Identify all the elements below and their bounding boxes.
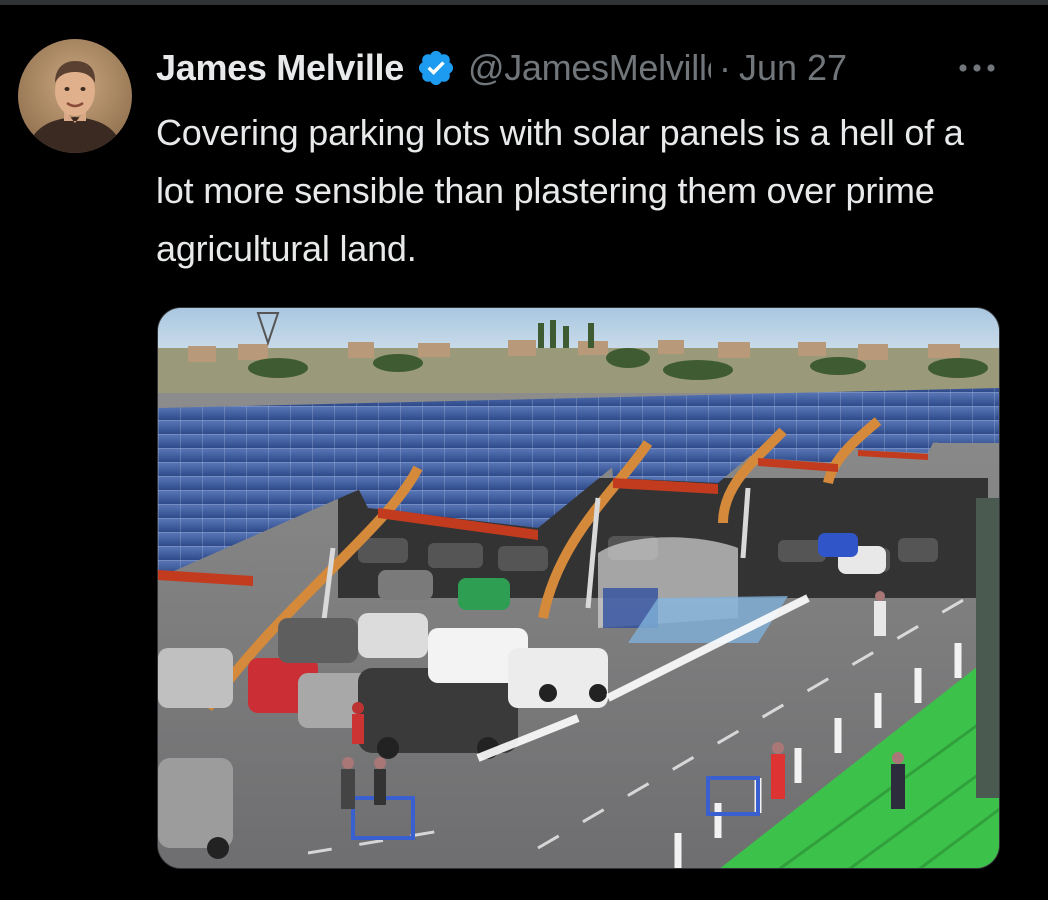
author-display-name[interactable]: James Melville <box>156 47 404 89</box>
tweet-date[interactable]: Jun 27 <box>739 47 847 89</box>
verified-badge-icon[interactable] <box>416 48 456 88</box>
top-divider <box>0 0 1048 5</box>
avatar[interactable] <box>18 39 132 153</box>
more-options-icon[interactable] <box>955 56 999 80</box>
tweet-header: James Melville @JamesMelville · Jun 27 <box>156 38 1006 98</box>
tweet-text: Covering parking lots with solar panels … <box>156 112 964 269</box>
author-handle[interactable]: @JamesMelville <box>468 47 711 89</box>
header-separator: · <box>718 47 731 88</box>
tweet-media-photo[interactable] <box>157 307 1000 869</box>
